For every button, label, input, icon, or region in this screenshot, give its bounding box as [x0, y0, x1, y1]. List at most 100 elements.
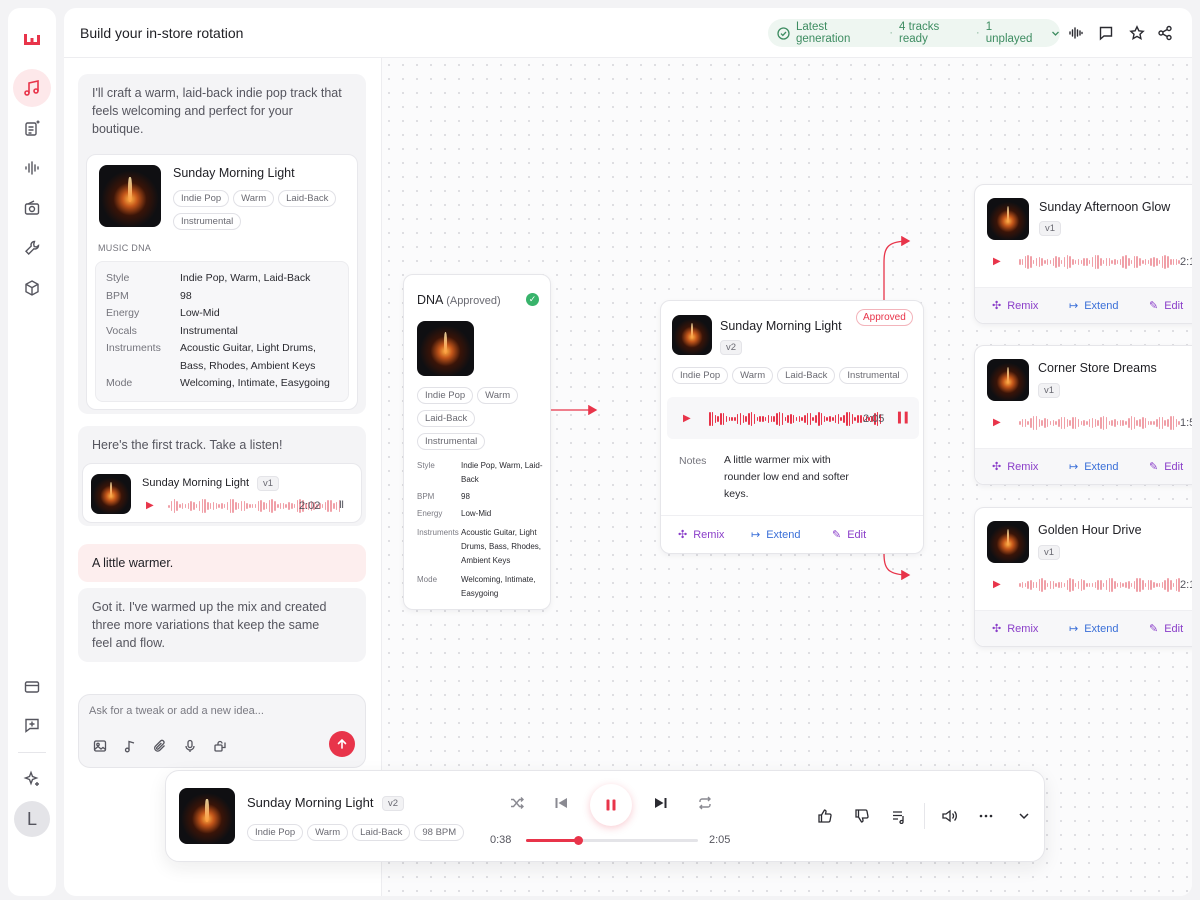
wrench-icon[interactable] — [16, 232, 48, 264]
track-duration: 2:02 — [299, 500, 321, 512]
assistant-message: Got it. I've warmed up the mix and creat… — [78, 588, 366, 662]
avatar[interactable]: L — [14, 801, 50, 837]
pause-button[interactable] — [590, 784, 632, 826]
window-icon[interactable] — [16, 671, 48, 703]
plugin-icon[interactable] — [211, 737, 229, 755]
play-icon[interactable]: ▶ — [993, 579, 1001, 590]
repeat-icon[interactable] — [694, 792, 716, 814]
extend-button[interactable]: ↦ Extend — [1069, 622, 1118, 636]
tag: Instrumental — [417, 433, 486, 450]
volume-icon[interactable] — [938, 805, 960, 827]
generation-status-pill[interactable]: Latest generation · 4 tracks ready · 1 u… — [768, 19, 1060, 47]
radio-icon[interactable] — [16, 192, 48, 224]
track-node[interactable]: Sunday Morning Light v2 Approved Indie P… — [660, 300, 924, 554]
logo-icon[interactable] — [16, 22, 48, 54]
tag: Laid-Back — [278, 190, 337, 207]
package-icon[interactable] — [16, 272, 48, 304]
edit-button[interactable]: ✎ Edit — [832, 528, 866, 542]
page-title: Build your in-store rotation — [80, 25, 244, 41]
play-icon[interactable]: ▶ — [993, 256, 1001, 267]
version-badge: v1 — [257, 476, 280, 491]
tag: Warm — [233, 190, 275, 207]
share-icon[interactable] — [1154, 22, 1176, 44]
more-icon[interactable] — [975, 805, 997, 827]
send-button[interactable] — [329, 731, 355, 757]
chat-plus-icon[interactable] — [16, 709, 48, 741]
tag: Indie Pop — [173, 190, 230, 207]
microphone-icon[interactable] — [181, 737, 199, 755]
paperclip-icon[interactable] — [151, 737, 169, 755]
progress-handle[interactable] — [573, 836, 583, 845]
divider — [924, 803, 925, 829]
composer-input[interactable] — [89, 705, 349, 717]
previous-icon[interactable] — [550, 792, 572, 814]
edit-button[interactable]: ✎ Edit — [1149, 622, 1183, 636]
waveform[interactable] — [1019, 577, 1180, 593]
track-duration: 2:05 — [863, 413, 885, 425]
remix-button[interactable]: ✣ Remix — [992, 622, 1038, 636]
remix-button[interactable]: ✣ Remix — [678, 528, 724, 542]
extend-button[interactable]: ↦ Extend — [1069, 299, 1118, 313]
generation-ready: 4 tracks ready — [899, 21, 940, 45]
play-icon[interactable]: ▶ — [146, 500, 154, 511]
track-tags: Indie PopWarmLaid-Back Instrumental — [173, 188, 353, 234]
play-icon[interactable]: ▶ — [683, 413, 691, 424]
waveform-icon[interactable] — [1065, 22, 1087, 44]
sparkle-icon[interactable] — [16, 763, 48, 795]
thumbs-down-icon[interactable] — [851, 805, 873, 827]
remix-icon: ✣ — [992, 623, 1002, 635]
next-icon[interactable] — [650, 792, 672, 814]
dna-tags: Indie Pop WarmLaid-Back Instrumental — [417, 385, 537, 454]
music-dna-table: Style Indie Pop, Warm, Laid-Back BPM 98 En… — [95, 261, 349, 402]
track-duration: 2:10 — [1180, 256, 1192, 268]
tag: Indie Pop — [672, 367, 729, 384]
pause-icon[interactable]: ǁ — [339, 500, 344, 511]
remix-button[interactable]: ✣ Remix — [992, 460, 1038, 474]
pause-icon[interactable]: ▍▍ — [898, 413, 912, 424]
version-badge: v1 — [1038, 383, 1061, 398]
music-dna-label: MUSIC DNA — [98, 243, 152, 253]
track-title: Sunday Afternoon Glow — [1039, 200, 1171, 214]
music-note-icon[interactable] — [13, 69, 51, 107]
queue-icon[interactable] — [888, 805, 910, 827]
tag: 98 BPM — [414, 824, 465, 841]
dna-row: Energy Low-Mid — [106, 307, 220, 319]
pause-icon — [604, 798, 618, 812]
separator-dot: · — [889, 27, 894, 39]
extend-button[interactable]: ↦ Extend — [751, 528, 800, 542]
composer — [78, 694, 366, 768]
edit-button[interactable]: ✎ Edit — [1149, 460, 1183, 474]
chevron-down-icon[interactable] — [1013, 805, 1035, 827]
shuffle-icon[interactable] — [506, 792, 528, 814]
tag: Warm — [732, 367, 774, 384]
variation-node[interactable]: Corner Store Dreams v1 ▶ 1:58 ··· ✣Remix… — [974, 345, 1192, 485]
dna-node[interactable]: DNA (Approved) ✓ Indie Pop WarmLaid-BackI… — [403, 274, 551, 610]
approved-badge: Approved — [856, 309, 913, 326]
star-icon[interactable] — [1126, 22, 1148, 44]
variation-node[interactable]: Sunday Afternoon Glow v1 ▶ 2:10 ··· ✣Rem… — [974, 184, 1192, 324]
dna-row: BPM 98 — [106, 289, 192, 302]
edit-button[interactable]: ✎ Edit — [1149, 299, 1183, 313]
track-mini-player[interactable]: Sunday Morning Light v1 ▶ 2:02 ǁ — [82, 463, 362, 523]
waveform-icon[interactable] — [16, 152, 48, 184]
main-panel: Build your in-store rotation Latest gene… — [64, 8, 1192, 896]
music-note-icon[interactable] — [121, 737, 139, 755]
waveform[interactable] — [1019, 415, 1180, 431]
variation-node[interactable]: Golden Hour Drive v1 ▶ 2:16 ··· ✣Remix ↦… — [974, 507, 1192, 647]
dna-row: BPM 98 — [417, 492, 470, 501]
thumbs-up-icon[interactable] — [814, 805, 836, 827]
waveform[interactable] — [709, 411, 882, 427]
track-actions: ✣ Remix ↦ Extend ✎ Edit — [975, 287, 1192, 323]
user-message-text: A little warmer. — [92, 556, 174, 570]
image-icon[interactable] — [91, 737, 109, 755]
progress-bar[interactable] — [526, 836, 698, 845]
document-sparkle-icon[interactable] — [16, 112, 48, 144]
track-card[interactable]: Sunday Morning Light Indie Pop Warm Laid-B… — [86, 154, 358, 410]
album-art — [987, 521, 1029, 563]
tag: Warm — [307, 824, 349, 841]
comment-icon[interactable] — [1095, 22, 1117, 44]
waveform[interactable] — [1019, 254, 1180, 270]
play-icon[interactable]: ▶ — [993, 417, 1001, 428]
extend-button[interactable]: ↦ Extend — [1069, 460, 1118, 474]
remix-button[interactable]: ✣ Remix — [992, 299, 1038, 313]
